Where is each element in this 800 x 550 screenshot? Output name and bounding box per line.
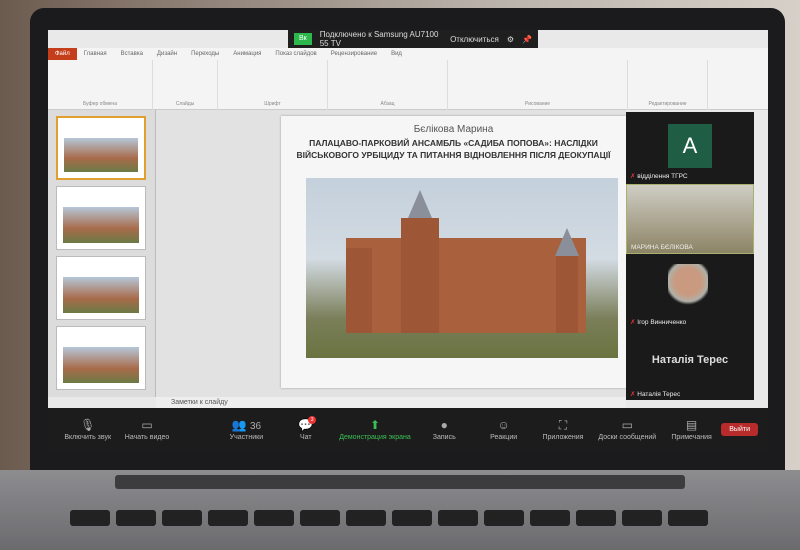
chat-badge: 3	[308, 415, 317, 424]
apps-button[interactable]: ⛶ Приложения	[533, 418, 592, 441]
mic-off-icon: 🎙	[80, 417, 96, 432]
disconnect-button[interactable]: Отключиться	[450, 35, 499, 44]
participant-gallery: A ✗ відділення ТГРС МАРИНА БЄЛІКОВА ✗ Іг…	[626, 112, 754, 400]
participants-icon: 👥 36	[231, 417, 262, 432]
mic-muted-icon: ✗	[630, 319, 636, 326]
participant-name: відділення ТГРС	[637, 173, 688, 180]
avatar: A	[668, 124, 712, 168]
notes-button[interactable]: ▤ Примечания	[662, 418, 721, 441]
pin-icon[interactable]: 📌	[522, 35, 532, 44]
notes-label: Примечания	[671, 433, 712, 441]
tab-insert[interactable]: Вставка	[114, 51, 150, 57]
participants-label: Участники	[229, 433, 264, 441]
record-icon: ●	[440, 417, 448, 432]
apps-icon: ⛶	[558, 417, 568, 432]
share-screen-icon: ⬆	[369, 417, 381, 432]
gear-icon[interactable]: ⚙	[507, 35, 514, 44]
apps-label: Приложения	[542, 433, 584, 441]
mic-muted-icon: ✗	[630, 391, 636, 398]
castle-photo	[306, 178, 618, 358]
slide-author: Бєлікова Марина	[413, 124, 494, 135]
participant-tile[interactable]: ✗ Ігор Винниченко	[626, 258, 754, 328]
chat-button[interactable]: 💬 3 Чат	[276, 415, 335, 441]
screen: Вк Подключено к Samsung AU7100 55 TV Отк…	[48, 30, 768, 450]
group-paragraph: Абзац	[328, 60, 448, 110]
slide-thumbnail[interactable]	[56, 186, 146, 250]
start-video-button[interactable]: ▭ Начать видео	[117, 418, 176, 441]
group-clipboard: Буфер обмена	[48, 60, 153, 110]
participant-tile[interactable]: Наталія Терес ✗ Наталія Терес	[626, 330, 754, 400]
record-button[interactable]: ● Запись	[415, 418, 474, 441]
slide-title: ПАЛАЦАВО-ПАРКОВИЙ АНСАМБЛЬ «САДИБА ПОПОВ…	[296, 138, 611, 160]
reactions-icon: ☺	[497, 417, 510, 432]
tab-home[interactable]: Главная	[77, 51, 114, 57]
tab-view[interactable]: Вид	[384, 51, 409, 57]
share-label: Демонстрация экрана	[339, 433, 411, 441]
current-slide[interactable]: Бєлікова Марина ПАЛАЦАВО-ПАРКОВИЙ АНСАМБ…	[281, 116, 626, 388]
record-label: Запись	[432, 433, 456, 441]
tab-transitions[interactable]: Переходы	[184, 51, 226, 57]
connected-label: Подключено к Samsung AU7100 55 TV	[319, 30, 439, 48]
participant-display-name: Наталія Терес	[651, 354, 729, 366]
tab-design[interactable]: Дизайн	[150, 51, 184, 57]
unmute-button[interactable]: 🎙 Включить звук	[58, 418, 117, 441]
participants-count: 36	[249, 420, 262, 432]
participant-name: Ігор Винниченко	[637, 319, 687, 326]
tab-review[interactable]: Рецензирование	[324, 51, 384, 57]
tab-file[interactable]: Файл	[48, 48, 77, 60]
ppt-ribbon: Файл Главная Вставка Дизайн Переходы Ани…	[48, 48, 768, 110]
screen-share-bar: Вк Подключено к Samsung AU7100 55 TV Отк…	[288, 30, 538, 48]
participant-tile[interactable]: A ✗ відділення ТГРС	[626, 112, 754, 182]
zoom-toolbar: 🎙 Включить звук ▭ Начать видео 👥 36 Участни…	[48, 408, 768, 450]
slide-editor: Бєлікова Марина ПАЛАЦАВО-ПАРКОВИЙ АНСАМБ…	[156, 110, 626, 397]
participant-video	[668, 264, 708, 308]
whiteboards-label: Доски сообщений	[598, 433, 657, 441]
reactions-button[interactable]: ☺ Реакции	[474, 418, 533, 441]
participant-name: МАРИНА БЄЛІКОВА	[631, 244, 693, 251]
group-drawing: Рисование	[448, 60, 628, 110]
group-slides: Слайды	[153, 60, 218, 110]
group-editing: Редактирование	[628, 60, 708, 110]
share-status-tag: Вк	[294, 33, 312, 45]
mic-muted-icon: ✗	[630, 173, 636, 180]
whiteboards-button[interactable]: ▭ Доски сообщений	[593, 418, 662, 441]
reactions-label: Реакции	[490, 433, 518, 441]
slide-thumbnail[interactable]	[56, 116, 146, 180]
group-font: Шрифт	[218, 60, 328, 110]
unmute-label: Включить звук	[64, 433, 112, 441]
video-label: Начать видео	[124, 433, 170, 441]
slide-thumbnail[interactable]	[56, 256, 146, 320]
tab-slideshow[interactable]: Показ слайдов	[268, 51, 323, 57]
slide-thumbnail[interactable]	[56, 326, 146, 390]
participant-tile[interactable]: МАРИНА БЄЛІКОВА	[626, 184, 754, 254]
slide-thumbnails	[48, 110, 156, 397]
slide-notes-input[interactable]: Заметки к слайду	[156, 397, 626, 408]
share-screen-button[interactable]: ⬆ Демонстрация экрана	[335, 418, 414, 441]
video-off-icon: ▭	[141, 417, 153, 432]
leave-button[interactable]: Выйти	[721, 422, 758, 436]
notes-icon: ▤	[685, 417, 698, 432]
chat-label: Чат	[299, 433, 312, 441]
whiteboard-icon: ▭	[621, 417, 633, 432]
participants-button[interactable]: 👥 36 Участники	[217, 418, 276, 441]
keyboard	[70, 510, 770, 550]
tab-animation[interactable]: Анимация	[226, 51, 268, 57]
participant-name: Наталія Терес	[637, 391, 681, 398]
laptop-hinge	[115, 475, 685, 489]
